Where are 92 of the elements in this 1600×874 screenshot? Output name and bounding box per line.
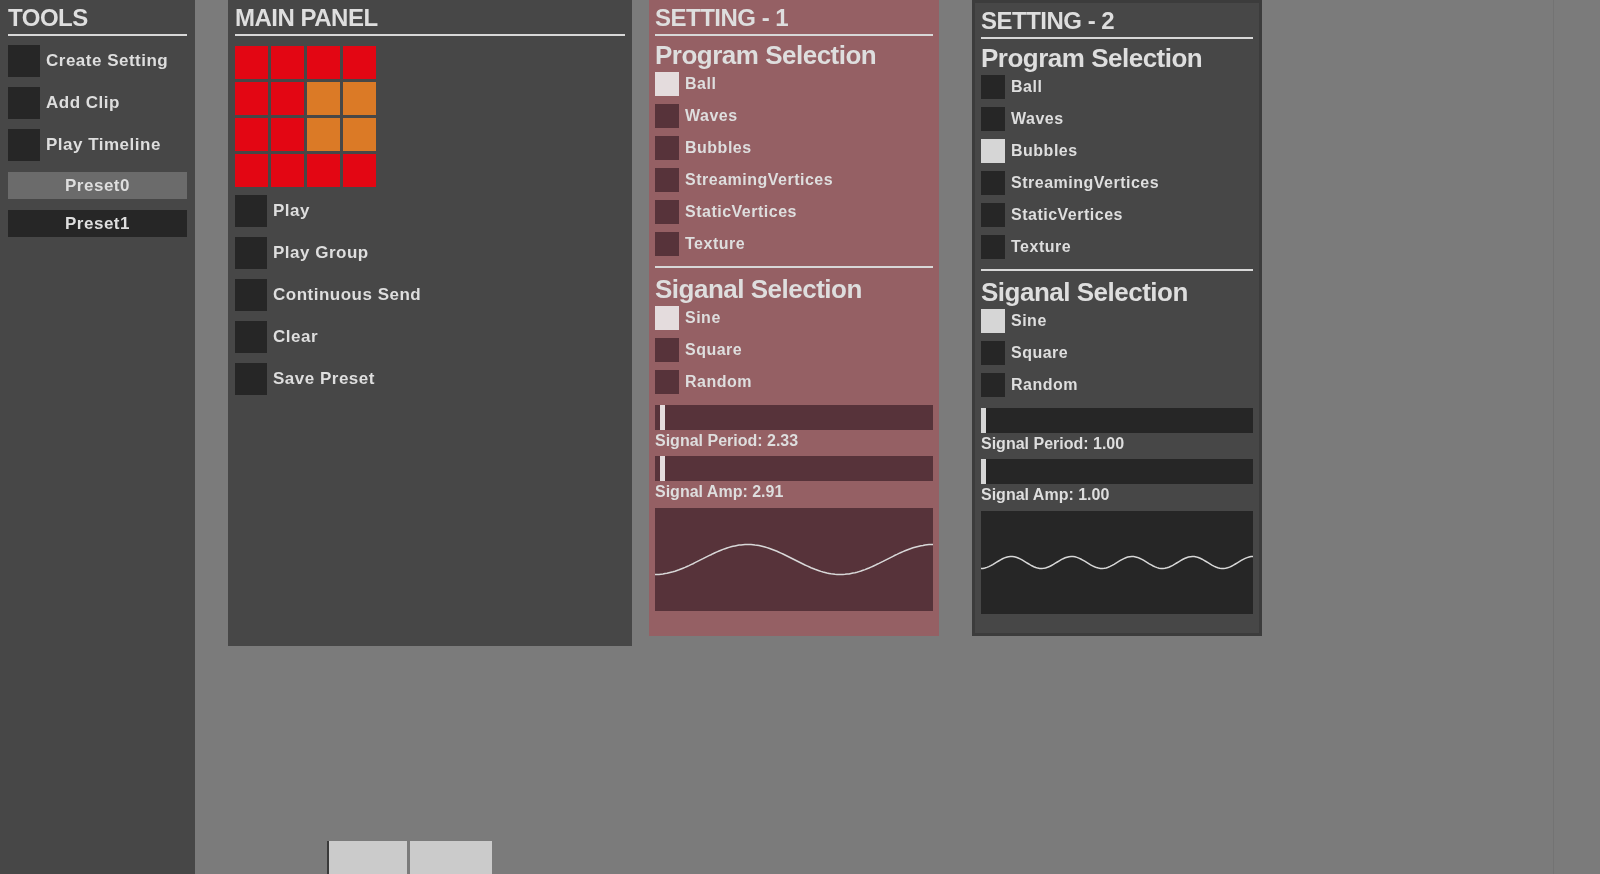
slider-label: Signal Period: 2.33 bbox=[655, 431, 800, 451]
pad-cell[interactable] bbox=[235, 154, 268, 187]
toggle-label: Bubbles bbox=[685, 138, 752, 158]
pad-cell[interactable] bbox=[307, 154, 340, 187]
preset-button[interactable]: Preset0 bbox=[8, 172, 187, 199]
toggle-checkbox[interactable] bbox=[235, 321, 267, 353]
clip-block[interactable] bbox=[410, 841, 492, 874]
pad-cell[interactable] bbox=[235, 118, 268, 151]
toggle-checkbox[interactable] bbox=[981, 309, 1005, 333]
panel-title: SETTING - 2 bbox=[981, 6, 1116, 36]
slider-track[interactable] bbox=[981, 459, 1253, 484]
toggle-checkbox[interactable] bbox=[981, 171, 1005, 195]
pad-cell[interactable] bbox=[271, 154, 304, 187]
toggle-label: Square bbox=[685, 340, 743, 360]
toggle-label: Random bbox=[685, 372, 752, 392]
toggle-checkbox[interactable] bbox=[981, 139, 1005, 163]
toggle-label: Texture bbox=[685, 234, 746, 254]
toggle-checkbox[interactable] bbox=[8, 129, 40, 161]
toggle-checkbox[interactable] bbox=[235, 237, 267, 269]
panel-title: MAIN PANEL bbox=[235, 3, 379, 33]
toggle-label: Bubbles bbox=[1011, 141, 1078, 161]
toggle-checkbox[interactable] bbox=[655, 338, 679, 362]
panel-title: SETTING - 1 bbox=[655, 3, 790, 33]
toggle-checkbox[interactable] bbox=[981, 341, 1005, 365]
section-heading: Program Selection bbox=[655, 39, 878, 71]
toggle-label: Clear bbox=[273, 326, 319, 349]
section-heading: Program Selection bbox=[981, 42, 1204, 74]
toggle-checkbox[interactable] bbox=[235, 195, 267, 227]
slider-thumb[interactable] bbox=[660, 405, 666, 430]
slider-track[interactable] bbox=[981, 408, 1253, 433]
toggle-label: Play bbox=[273, 200, 310, 223]
toggle-label: Square bbox=[1011, 343, 1069, 363]
pad-cell[interactable] bbox=[271, 118, 304, 151]
toggle-checkbox[interactable] bbox=[8, 45, 40, 77]
toggle-checkbox[interactable] bbox=[981, 373, 1005, 397]
toggle-checkbox[interactable] bbox=[235, 279, 267, 311]
toggle-label: Play Timeline bbox=[46, 134, 161, 157]
toggle-label: Texture bbox=[1011, 237, 1072, 257]
section-heading: Siganal Selection bbox=[981, 276, 1189, 308]
slider-thumb[interactable] bbox=[660, 456, 666, 481]
toggle-checkbox[interactable] bbox=[655, 306, 679, 330]
toggle-label: StaticVertices bbox=[1011, 205, 1123, 225]
pad-cell[interactable] bbox=[271, 82, 304, 115]
pad-cell[interactable] bbox=[307, 82, 340, 115]
slider-label: Signal Amp: 2.91 bbox=[655, 482, 785, 502]
clip-block[interactable] bbox=[327, 841, 407, 874]
toggle-checkbox[interactable] bbox=[655, 370, 679, 394]
pad-cell[interactable] bbox=[307, 46, 340, 79]
toggle-label: StaticVertices bbox=[685, 202, 797, 222]
toggle-label: Play Group bbox=[273, 242, 369, 265]
pad-cell[interactable] bbox=[343, 118, 376, 151]
toggle-label: StreamingVertices bbox=[685, 170, 834, 190]
toggle-label: StreamingVertices bbox=[1011, 173, 1160, 193]
toggle-label: Ball bbox=[1011, 77, 1043, 97]
toggle-checkbox[interactable] bbox=[655, 72, 679, 96]
slider-thumb[interactable] bbox=[981, 459, 986, 484]
panel-title: TOOLS bbox=[8, 3, 89, 33]
toggle-label: Ball bbox=[685, 74, 717, 94]
toggle-checkbox[interactable] bbox=[981, 203, 1005, 227]
pad-cell[interactable] bbox=[343, 46, 376, 79]
slider-label: Signal Period: 1.00 bbox=[981, 434, 1126, 454]
toggle-label: Waves bbox=[685, 106, 738, 126]
toggle-checkbox[interactable] bbox=[981, 75, 1005, 99]
toggle-label: Sine bbox=[685, 308, 721, 328]
toggle-label: Sine bbox=[1011, 311, 1047, 331]
toggle-label: Save Preset bbox=[273, 368, 375, 391]
slider-track[interactable] bbox=[655, 456, 933, 481]
toggle-label: Waves bbox=[1011, 109, 1064, 129]
toggle-label: Random bbox=[1011, 375, 1078, 395]
pad-cell[interactable] bbox=[343, 154, 376, 187]
pad-cell[interactable] bbox=[271, 46, 304, 79]
slider-track[interactable] bbox=[655, 405, 933, 430]
toggle-checkbox[interactable] bbox=[235, 363, 267, 395]
toggle-label: Add Clip bbox=[46, 92, 120, 115]
preset-button[interactable]: Preset1 bbox=[8, 210, 187, 237]
toggle-checkbox[interactable] bbox=[655, 232, 679, 256]
toggle-label: Create Setting bbox=[46, 50, 169, 73]
toggle-checkbox[interactable] bbox=[655, 104, 679, 128]
pad-cell[interactable] bbox=[343, 82, 376, 115]
toggle-label: Continuous Send bbox=[273, 284, 422, 307]
toggle-checkbox[interactable] bbox=[655, 136, 679, 160]
pad-cell[interactable] bbox=[235, 82, 268, 115]
toggle-checkbox[interactable] bbox=[8, 87, 40, 119]
pad-cell[interactable] bbox=[307, 118, 340, 151]
slider-thumb[interactable] bbox=[981, 408, 986, 433]
toggle-checkbox[interactable] bbox=[981, 107, 1005, 131]
toggle-checkbox[interactable] bbox=[655, 200, 679, 224]
toggle-checkbox[interactable] bbox=[981, 235, 1005, 259]
toggle-checkbox[interactable] bbox=[655, 168, 679, 192]
pad-cell[interactable] bbox=[235, 46, 268, 79]
section-heading: Siganal Selection bbox=[655, 273, 863, 305]
slider-label: Signal Amp: 1.00 bbox=[981, 485, 1111, 505]
